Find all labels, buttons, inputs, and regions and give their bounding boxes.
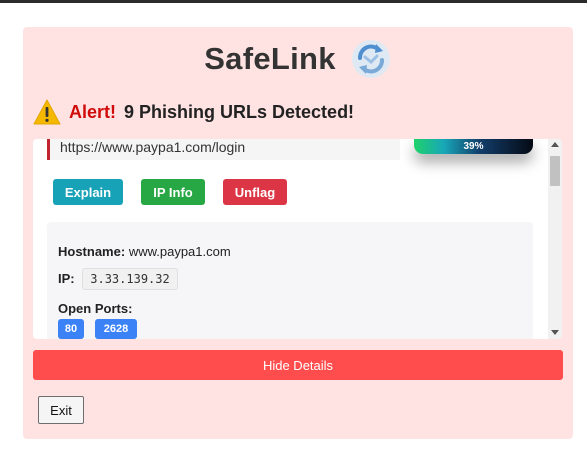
- scroll-up-arrow-icon[interactable]: [551, 142, 559, 147]
- alert-banner: Alert! 9 Phishing URLs Detected!: [33, 97, 354, 127]
- scrollbar-thumb[interactable]: [550, 156, 560, 186]
- scroll-down-arrow-icon[interactable]: [551, 330, 559, 335]
- ip-info-button[interactable]: IP Info: [141, 179, 205, 205]
- hostname-line: Hostname: www.paypa1.com: [58, 244, 231, 259]
- header: SafeLink: [23, 37, 573, 81]
- ip-line: IP: 3.33.139.32: [58, 268, 178, 290]
- confidence-text: 39%: [463, 141, 484, 152]
- ip-label: IP:: [58, 271, 75, 286]
- phishing-url-list[interactable]: https://www.paypa1.com/login 39% Explain…: [33, 139, 562, 339]
- flagged-url-row: https://www.paypa1.com/login: [47, 139, 400, 160]
- refresh-shield-logo-icon: [351, 40, 390, 78]
- ports-line: Open Ports:: [58, 301, 132, 316]
- port-badge: 2628: [95, 319, 137, 339]
- main-panel: SafeLink Alert! 9 Phishing URLs Detected…: [23, 27, 573, 439]
- exit-button[interactable]: Exit: [38, 396, 84, 424]
- unflag-button[interactable]: Unflag: [223, 179, 287, 205]
- hostname-value: www.paypa1.com: [128, 244, 231, 259]
- flagged-url: https://www.paypa1.com/login: [60, 139, 246, 155]
- ports-label: Open Ports:: [58, 301, 133, 316]
- explain-button[interactable]: Explain: [53, 179, 123, 205]
- port-badge: 80: [58, 319, 84, 339]
- hostname-label: Hostname:: [58, 244, 126, 259]
- hide-details-button[interactable]: Hide Details: [33, 350, 563, 380]
- alert-message: 9 Phishing URLs Detected!: [124, 101, 355, 122]
- warning-icon: [33, 99, 61, 125]
- alert-label: Alert!: [69, 101, 117, 122]
- scrollbar[interactable]: [548, 139, 562, 339]
- app-title: SafeLink: [204, 41, 336, 76]
- window-top-border: [0, 0, 587, 3]
- confidence-meter: 39%: [414, 139, 533, 154]
- ip-value: 3.33.139.32: [82, 268, 178, 290]
